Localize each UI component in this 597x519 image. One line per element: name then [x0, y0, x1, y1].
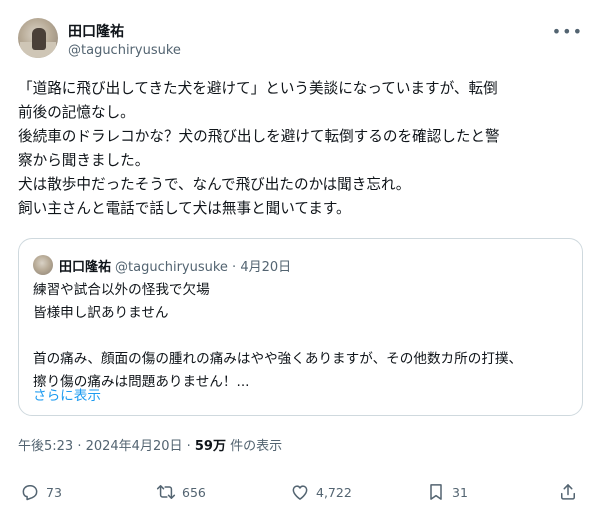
action-bar: 73 656 4,722 31 — [18, 482, 583, 510]
tweet-line: 後続車のドラレコかな？犬の飛び出しを避けて転倒するのを確認したと警 — [18, 128, 500, 145]
tweet-line: 犬は散歩中だったそうで、なんで飛び出たのかは聞き忘れ。 — [18, 176, 411, 193]
show-more-link[interactable]: さらに表示 — [33, 384, 101, 404]
tweet-header: 田口隆祐 @taguchiryusuke ••• — [18, 18, 583, 64]
quoted-tweet[interactable]: 田口隆祐 @taguchiryusuke · 4月20日 練習や試合以外の怪我で欠… — [18, 238, 583, 416]
quoted-line: 首の痛み、顔面の傷の腫れの痛みはやや強くありますが、その他数カ所の打撲、 — [33, 351, 523, 367]
quoted-line: 擦り傷の痛みは問題ありません！... — [33, 374, 250, 390]
repost-icon — [156, 485, 176, 499]
heart-icon — [292, 485, 308, 500]
like-count: 4,722 — [316, 484, 352, 500]
tweet-meta: 午後5:23 · 2024年4月20日 · 59万 件の表示 — [18, 435, 282, 454]
quoted-text: 練習や試合以外の怪我で欠場 皆様申し訳ありません 首の痛み、顔面の傷の腫れの痛み… — [33, 279, 573, 394]
quoted-line: 皆様申し訳ありません — [33, 305, 169, 321]
views-label: 件の表示 — [225, 439, 283, 454]
avatar-figure — [32, 28, 46, 50]
bookmark-button[interactable]: 31 — [426, 482, 468, 502]
like-button[interactable]: 4,722 — [290, 482, 352, 502]
quoted-display-name: 田口隆祐 — [59, 260, 112, 275]
tweet-text: 「道路に飛び出してきた犬を避けて」という美談になっていますが、転倒 前後の記憶な… — [18, 77, 583, 221]
timestamp[interactable]: 午後5:23 · 2024年4月20日 · — [18, 439, 195, 454]
reply-count: 73 — [46, 484, 62, 500]
reply-icon — [22, 485, 38, 501]
bookmark-icon — [430, 484, 442, 500]
more-horizontal-icon[interactable]: ••• — [552, 22, 583, 41]
author-handle[interactable]: @taguchiryusuke — [68, 43, 181, 58]
repost-count: 656 — [182, 484, 206, 500]
reply-button[interactable]: 73 — [20, 482, 62, 502]
avatar[interactable] — [18, 18, 58, 58]
quoted-handle-date: @taguchiryusuke · 4月20日 — [115, 260, 292, 275]
quoted-line: 練習や試合以外の怪我で欠場 — [33, 282, 210, 298]
repost-button[interactable]: 656 — [156, 482, 206, 502]
quoted-avatar — [33, 255, 53, 275]
views-count: 59万 — [194, 439, 226, 454]
tweet-line: 前後の記憶なし。 — [18, 104, 135, 121]
quoted-header: 田口隆祐 @taguchiryusuke · 4月20日 — [59, 256, 291, 275]
bookmark-count: 31 — [452, 484, 468, 500]
share-icon — [561, 484, 575, 500]
quoted-line — [33, 325, 573, 348]
tweet-line: 「道路に飛び出してきた犬を避けて」という美談になっていますが、転倒 — [18, 80, 498, 97]
share-button[interactable] — [558, 482, 584, 502]
author-display-name[interactable]: 田口隆祐 — [68, 21, 124, 41]
tweet-line: 飼い主さんと電話で話して犬は無事と聞いてます。 — [18, 200, 351, 217]
tweet-line: 察から聞きました。 — [18, 152, 150, 169]
